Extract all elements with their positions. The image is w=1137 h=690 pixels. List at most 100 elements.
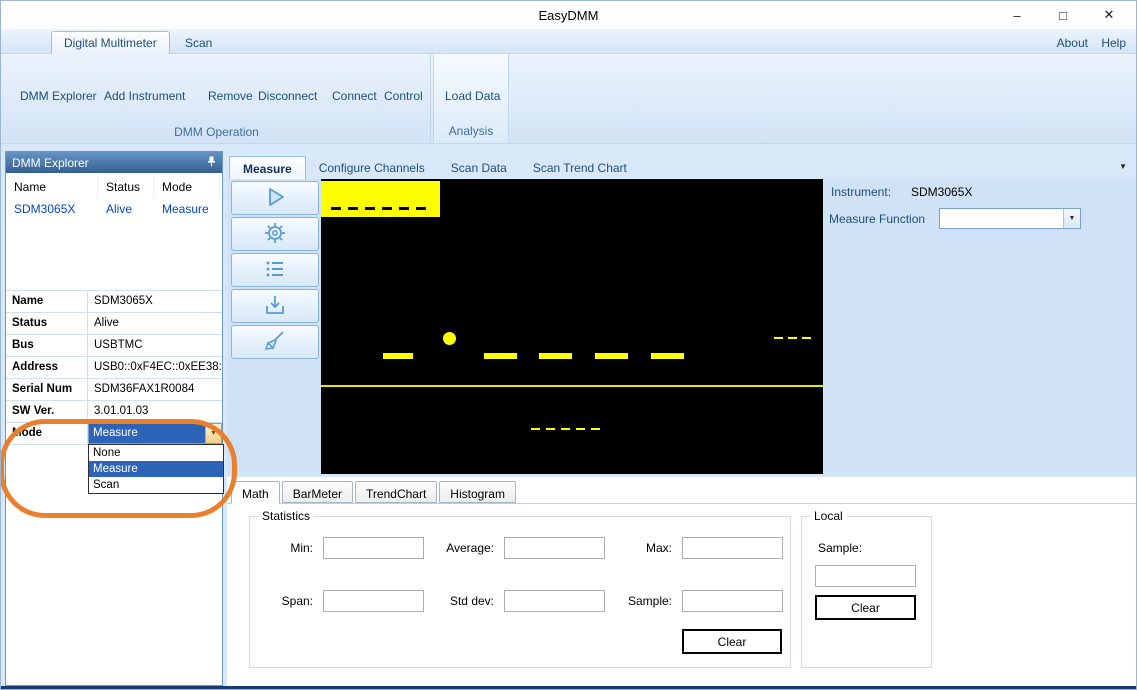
max-label: Max: (612, 541, 672, 555)
tab-scan-data[interactable]: Scan Data (438, 156, 520, 179)
property-row-serial: Serial Num SDM36FAX1R0084 (6, 379, 222, 401)
mode-option-measure[interactable]: Measure (89, 461, 223, 477)
tab-configure-channels[interactable]: Configure Channels (306, 156, 438, 179)
column-name: Name (6, 176, 98, 198)
save-data-button[interactable] (231, 289, 319, 323)
property-row-bus: Bus USBTMC (6, 335, 222, 357)
download-icon (263, 293, 287, 320)
help-link[interactable]: Help (1101, 36, 1126, 50)
easydmm-window: EasyDMM – □ ✕ Digital Multimeter Scan Ab… (0, 0, 1137, 690)
group-label-dmm-operation: DMM Operation (3, 125, 430, 139)
ribbon-tab-digital-multimeter[interactable]: Digital Multimeter (51, 31, 170, 54)
local-clear-button[interactable]: Clear (815, 595, 916, 620)
add-instrument-button[interactable]: Add Instrument (99, 86, 190, 106)
measure-function-combobox[interactable]: ▼ (939, 208, 1081, 229)
explorer-title: DMM Explorer (12, 156, 89, 170)
property-value: 3.01.01.03 (88, 401, 222, 422)
tab-histogram[interactable]: Histogram (439, 481, 516, 503)
window-title: EasyDMM (1, 8, 1136, 23)
ribbon-tab-strip: Digital Multimeter Scan About Help (1, 29, 1136, 54)
clear-display-button[interactable] (231, 325, 319, 359)
local-title: Local (810, 509, 847, 523)
chevron-down-icon[interactable]: ▼ (205, 424, 221, 443)
property-label: Name (6, 291, 88, 312)
property-value: Alive (88, 313, 222, 334)
column-mode: Mode (154, 176, 220, 198)
play-icon (263, 185, 287, 212)
tab-trendchart[interactable]: TrendChart (355, 481, 437, 503)
mode-option-none[interactable]: None (89, 445, 223, 461)
tab-overflow-icon[interactable]: ▼ (1119, 162, 1127, 171)
maximize-button[interactable]: □ (1040, 8, 1086, 23)
property-label: SW Ver. (6, 401, 88, 422)
remove-button[interactable]: Remove (203, 86, 258, 106)
property-label: Bus (6, 335, 88, 356)
mode-combobox[interactable]: Measure ▼ (88, 423, 222, 444)
average-input[interactable] (504, 537, 605, 559)
dmm-display (321, 179, 823, 474)
connect-button[interactable]: Connect (327, 86, 382, 106)
property-row-status: Status Alive (6, 313, 222, 335)
pin-icon[interactable] (206, 156, 217, 170)
max-input[interactable] (682, 537, 783, 559)
mode-dropdown-list: None Measure Scan (88, 444, 224, 494)
analysis-tab-strip: Math BarMeter TrendChart Histogram (231, 481, 518, 504)
property-grid: Name SDM3065X Status Alive Bus USBTMC Ad… (6, 290, 222, 445)
statistics-clear-button[interactable]: Clear (682, 629, 782, 654)
property-row-address: Address USB0::0xF4EC::0xEE38::... (6, 357, 222, 379)
instrument-row[interactable]: SDM3065X Alive Measure (6, 198, 222, 220)
measure-function-value (940, 209, 1063, 228)
sample-input[interactable] (682, 590, 783, 612)
close-button[interactable]: ✕ (1086, 7, 1132, 23)
load-data-button[interactable]: Load Data (440, 86, 505, 106)
ribbon-group-analysis: Load Data Analysis (433, 54, 509, 144)
statistics-title: Statistics (258, 509, 314, 523)
tab-math[interactable]: Math (231, 481, 280, 504)
instrument-mode: Measure (154, 198, 220, 220)
span-label: Span: (258, 594, 313, 608)
run-button[interactable] (231, 181, 319, 215)
instrument-value: SDM3065X (911, 185, 972, 199)
disconnect-button[interactable]: Disconnect (253, 86, 322, 106)
local-sample-label: Sample: (818, 541, 862, 555)
list-button[interactable] (231, 253, 319, 287)
list-icon (263, 257, 287, 284)
stddev-label: Std dev: (420, 594, 494, 608)
workspace-tab-strip: Measure Configure Channels Scan Data Sca… (229, 156, 640, 179)
tab-barmeter[interactable]: BarMeter (282, 481, 353, 503)
dmm-explorer-button[interactable]: DMM Explorer (15, 86, 102, 106)
sample-field: Sample: (612, 590, 783, 612)
explorer-header: DMM Explorer (6, 152, 222, 173)
ribbon-tab-scan[interactable]: Scan (173, 32, 224, 54)
control-button[interactable]: Control (379, 86, 428, 106)
minimize-button[interactable]: – (994, 8, 1040, 23)
stddev-input[interactable] (504, 590, 605, 612)
local-groupbox: Local Sample: Clear (801, 516, 932, 668)
average-label: Average: (420, 541, 494, 555)
column-status: Status (98, 176, 154, 198)
about-link[interactable]: About (1057, 36, 1088, 50)
tab-scan-trend-chart[interactable]: Scan Trend Chart (520, 156, 640, 179)
window-controls: – □ ✕ (994, 1, 1132, 29)
min-label: Min: (258, 541, 313, 555)
mode-option-scan[interactable]: Scan (89, 477, 223, 493)
stddev-field: Std dev: (420, 590, 605, 612)
property-label: Mode (6, 423, 88, 444)
span-input[interactable] (323, 590, 424, 612)
property-row-mode: Mode Measure ▼ (6, 423, 222, 445)
status-strip (1, 686, 1136, 690)
title-bar: EasyDMM – □ ✕ (1, 1, 1136, 29)
chevron-down-icon[interactable]: ▼ (1063, 209, 1080, 228)
local-sample-input[interactable] (815, 565, 916, 587)
min-field: Min: (258, 537, 424, 559)
min-input[interactable] (323, 537, 424, 559)
statistics-groupbox: Statistics Min: Average: Max: Span: Std … (249, 516, 791, 668)
tab-measure[interactable]: Measure (229, 156, 306, 179)
ribbon-group-dmm-operation: DMM Explorer Add Instrument Remove Disco… (3, 54, 431, 144)
property-row-swver: SW Ver. 3.01.01.03 (6, 401, 222, 423)
property-label: Status (6, 313, 88, 334)
measure-function-label: Measure Function (829, 212, 925, 226)
average-field: Average: (420, 537, 605, 559)
settings-button[interactable] (231, 217, 319, 251)
ribbon: DMM Explorer Add Instrument Remove Disco… (1, 54, 1136, 144)
